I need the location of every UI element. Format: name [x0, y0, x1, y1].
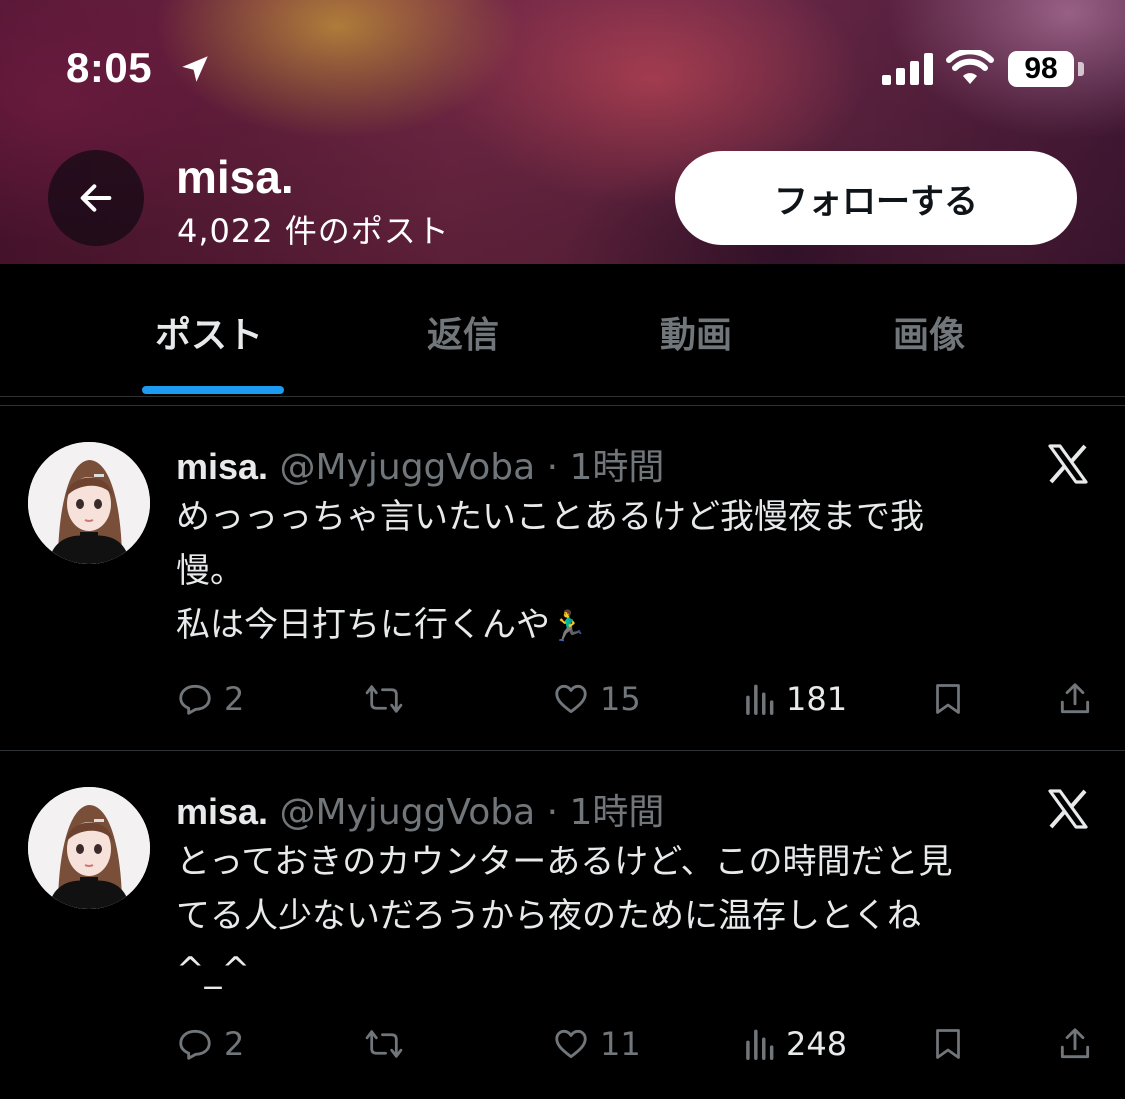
- separator-dot: ·: [546, 792, 559, 833]
- wifi-icon: [946, 50, 994, 84]
- reply-count: 2: [224, 1025, 245, 1063]
- avatar-image: [28, 787, 150, 909]
- bookmark-button[interactable]: [930, 1019, 966, 1069]
- author-handle[interactable]: @MyjuggVoba: [280, 447, 536, 488]
- analytics-icon: [746, 1029, 774, 1060]
- post-text-line: 慢。: [176, 551, 244, 591]
- post-actions: 2 15 181: [0, 674, 1125, 724]
- location-arrow-icon: [182, 56, 208, 82]
- cellular-signal-icon: [882, 53, 933, 85]
- tab-posts[interactable]: ポスト: [155, 306, 263, 358]
- separator-dot: ·: [546, 447, 559, 488]
- post-actions: 2 11 248: [0, 1019, 1125, 1069]
- profile-tabs: ポスト 返信 動画 画像: [0, 264, 1125, 396]
- reply-icon: [179, 684, 211, 715]
- tab-replies[interactable]: 返信: [427, 306, 499, 358]
- post-text-line: めっっっちゃ言いたいことあるけど我慢夜まで我: [176, 497, 924, 537]
- avatar-image: [28, 442, 150, 564]
- like-button[interactable]: 15: [552, 674, 641, 724]
- bookmark-icon: [936, 1029, 960, 1059]
- reply-button[interactable]: 2: [176, 674, 244, 724]
- heart-icon: [555, 1029, 587, 1059]
- reply-button[interactable]: 2: [176, 1019, 244, 1069]
- x-logo-icon: [1048, 789, 1088, 829]
- reply-count: 2: [224, 680, 245, 718]
- post-time[interactable]: 1時間: [570, 792, 665, 833]
- bookmark-button[interactable]: [930, 674, 966, 724]
- views-button[interactable]: 248: [742, 1019, 847, 1069]
- post-item[interactable]: misa. @MyjuggVoba · 1時間 めっっっちゃ言いたいことあるけど…: [0, 406, 1125, 750]
- post-text-line: 私は今日打ちに行くんや🏃‍♂️: [176, 598, 1096, 654]
- post-text: とっておきのカウンターあるけど、この時間だと見 てる人少ないだろうから夜のために…: [176, 835, 1096, 997]
- analytics-icon: [746, 684, 774, 715]
- x-logo-icon: [1048, 444, 1088, 484]
- status-time: 8:05: [66, 44, 153, 91]
- post-text-line: ^_^: [176, 950, 250, 990]
- author-name[interactable]: misa.: [176, 446, 268, 487]
- battery-icon: 98: [1008, 51, 1084, 87]
- post-header: misa. @MyjuggVoba · 1時間: [176, 438, 664, 490]
- profile-name: misa.: [176, 151, 294, 203]
- author-handle[interactable]: @MyjuggVoba: [280, 792, 536, 833]
- post-header: misa. @MyjuggVoba · 1時間: [176, 783, 664, 835]
- tab-videos[interactable]: 動画: [660, 306, 732, 358]
- running-emoji: 🏃‍♂️: [550, 609, 588, 644]
- active-tab-indicator: [142, 386, 284, 394]
- post-item[interactable]: misa. @MyjuggVoba · 1時間 とっておきのカウンターあるけど、…: [0, 751, 1125, 1099]
- post-text: めっっっちゃ言いたいことあるけど我慢夜まで我 慢。 私は今日打ちに行くんや🏃‍♂…: [176, 490, 1096, 654]
- reply-icon: [179, 1029, 211, 1060]
- divider: [0, 396, 1125, 406]
- post-time[interactable]: 1時間: [570, 447, 665, 488]
- like-count: 11: [600, 1025, 641, 1063]
- like-button[interactable]: 11: [552, 1019, 641, 1069]
- share-icon: [1060, 683, 1090, 714]
- share-button[interactable]: [1056, 1019, 1094, 1069]
- post-text-line: てる人少ないだろうから夜のために温存しとくね: [176, 896, 921, 936]
- heart-icon: [555, 684, 587, 714]
- author-name[interactable]: misa.: [176, 791, 268, 832]
- tab-images[interactable]: 画像: [893, 306, 965, 358]
- share-icon: [1060, 1028, 1090, 1059]
- arrow-left-icon: [80, 184, 112, 212]
- share-button[interactable]: [1056, 674, 1094, 724]
- back-button[interactable]: [48, 150, 144, 246]
- like-count: 15: [600, 680, 641, 718]
- repost-button[interactable]: [364, 674, 414, 724]
- post-text-line: とっておきのカウンターあるけど、この時間だと見: [176, 842, 953, 882]
- avatar[interactable]: [28, 787, 150, 909]
- views-count: 248: [786, 1025, 848, 1063]
- repost-button[interactable]: [364, 1019, 414, 1069]
- post-text-segment: 私は今日打ちに行くんや: [176, 605, 550, 645]
- post-count: 4,022 件のポスト: [177, 212, 450, 250]
- avatar[interactable]: [28, 442, 150, 564]
- repost-icon: [365, 1030, 403, 1058]
- bookmark-icon: [936, 684, 960, 714]
- views-button[interactable]: 181: [742, 674, 847, 724]
- repost-icon: [365, 685, 403, 713]
- battery-level: 98: [1008, 51, 1074, 87]
- views-count: 181: [786, 680, 848, 718]
- follow-button[interactable]: フォローする: [675, 151, 1077, 245]
